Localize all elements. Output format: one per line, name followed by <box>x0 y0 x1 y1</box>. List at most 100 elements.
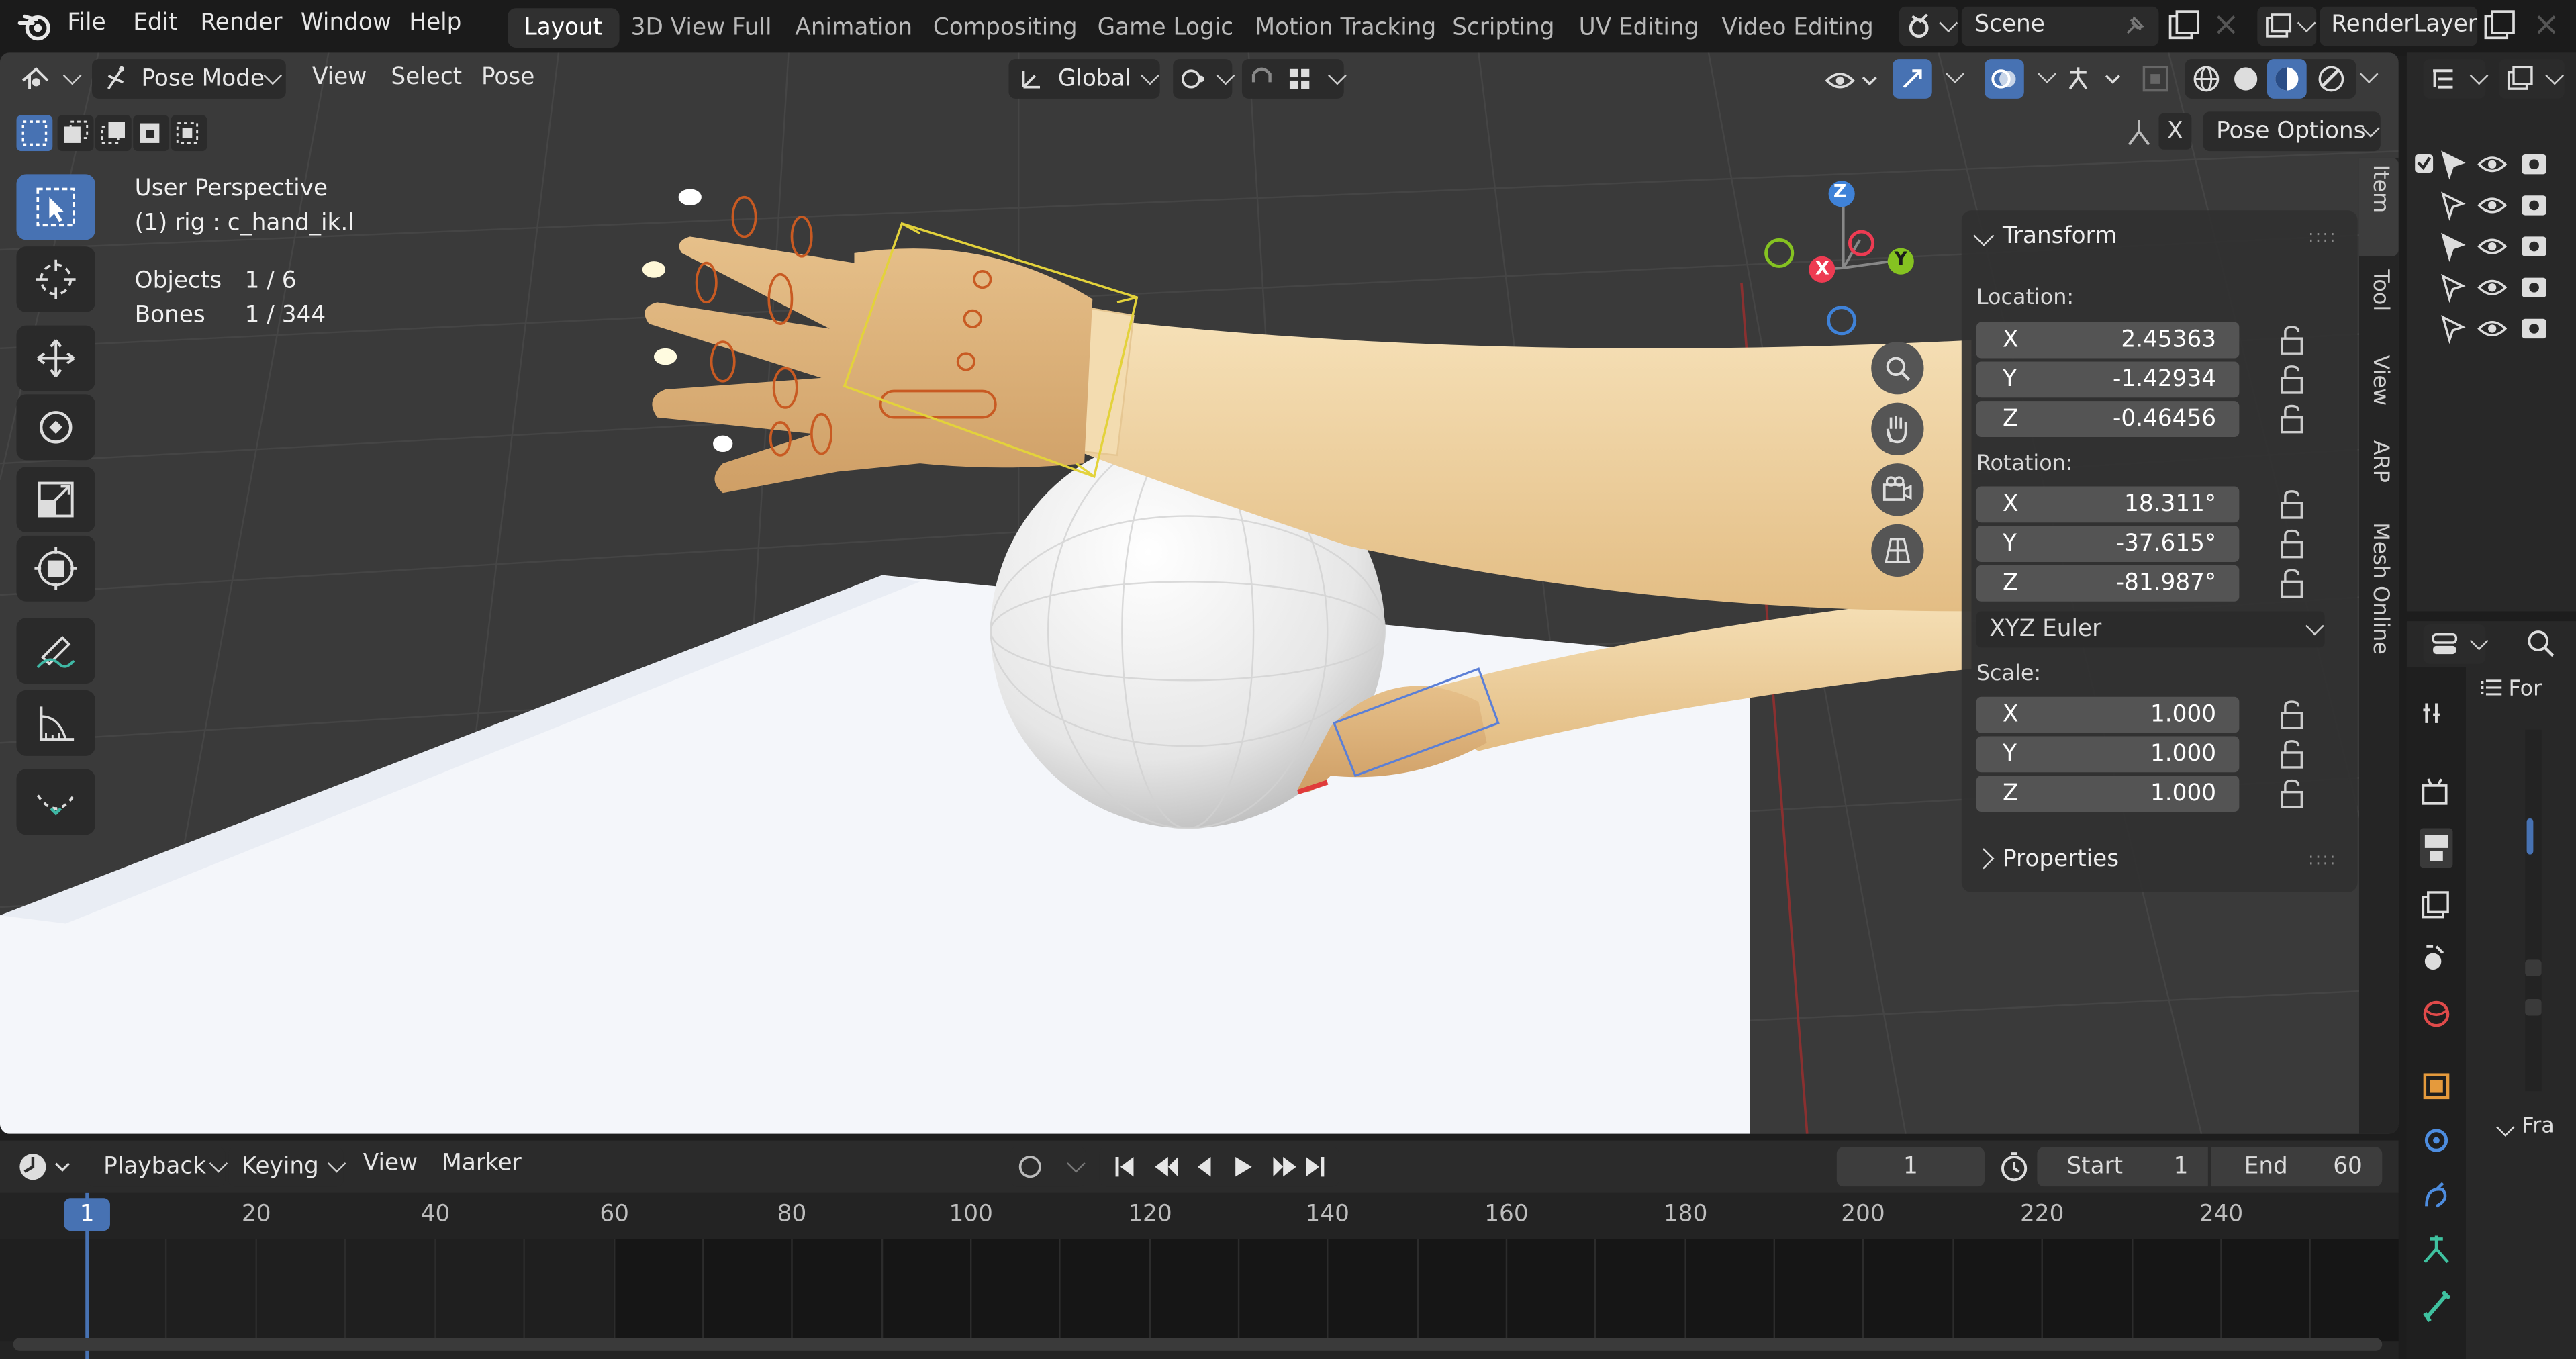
properties-editor-type-button[interactable] <box>2423 624 2489 664</box>
perspective-toggle-button[interactable] <box>1871 524 1924 577</box>
viewport-menu-view[interactable]: View <box>312 64 367 90</box>
mode-dropdown[interactable]: Pose Mode <box>92 59 286 99</box>
scale-z-field[interactable]: Z 1.000 <box>1976 776 2240 812</box>
transform-orientation-dropdown[interactable]: Global <box>1008 59 1160 99</box>
scale-y-field[interactable]: Y 1.000 <box>1976 736 2240 773</box>
outliner-rows[interactable] <box>2407 144 2576 348</box>
properties-expand-chevron-icon[interactable] <box>1973 848 1995 870</box>
editor-type-button[interactable] <box>13 59 82 99</box>
camera-view-button[interactable] <box>1871 463 1924 516</box>
xray-toggle-icon[interactable] <box>2139 62 2172 95</box>
sidebar-tab-mesh-online[interactable]: Mesh Online <box>2359 516 2399 664</box>
gizmo-toggle-button[interactable] <box>1893 59 1932 99</box>
auto-keying-toggle[interactable] <box>1010 1147 1086 1187</box>
rotation-x-field[interactable]: X 18.311° <box>1976 486 2240 523</box>
timeline-scrollbar[interactable] <box>13 1338 2383 1351</box>
new-scene-icon[interactable] <box>2165 8 2201 44</box>
x-mirror-toggle[interactable]: X <box>2158 113 2192 150</box>
shading-mode-group[interactable] <box>2185 59 2356 99</box>
outliner-editor-type-button[interactable] <box>2423 59 2489 99</box>
tab-animation[interactable]: Animation <box>779 8 929 48</box>
scale-x-field[interactable]: X 1.000 <box>1976 696 2240 733</box>
rotate-tool[interactable] <box>16 394 95 461</box>
rotation-z-field[interactable]: Z -81.987° <box>1976 565 2240 602</box>
properties-scroll-thumb[interactable] <box>2526 818 2534 855</box>
snap-group[interactable] <box>1241 59 1347 99</box>
outliner-display-mode-button[interactable] <box>2498 59 2565 99</box>
properties-small-field[interactable] <box>2525 959 2542 976</box>
scene-selector-button[interactable] <box>1899 6 1958 46</box>
annotate-tool[interactable] <box>16 618 95 684</box>
lock-location-y-icon[interactable] <box>2277 365 2310 394</box>
tab-uv-editing[interactable]: UV Editing <box>1562 8 1715 48</box>
timeline-marker-menu[interactable]: Marker <box>442 1150 521 1176</box>
menu-render[interactable]: Render <box>201 10 283 36</box>
bone-envelope-tool[interactable] <box>16 769 95 835</box>
transform-panel-title[interactable]: Transform <box>2003 224 2117 250</box>
properties-small-field[interactable] <box>2525 999 2542 1016</box>
end-frame-field[interactable]: End 60 <box>2211 1147 2383 1187</box>
sidebar-tab-view[interactable]: View <box>2359 348 2399 427</box>
menu-file[interactable]: File <box>67 10 105 36</box>
playback-controls[interactable] <box>1099 1147 1339 1187</box>
pan-button[interactable] <box>1871 402 1924 455</box>
rotation-y-field[interactable]: Y -37.615° <box>1976 526 2240 563</box>
sidebar-tab-item[interactable]: Item <box>2358 157 2399 256</box>
menu-window[interactable]: Window <box>301 10 391 36</box>
zoom-button[interactable] <box>1871 342 1924 395</box>
select-mode-group[interactable] <box>16 115 207 152</box>
lock-rotation-x-icon[interactable] <box>2277 489 2310 519</box>
sidebar-tab-tool[interactable]: Tool <box>2359 263 2399 342</box>
transform-collapse-chevron-icon[interactable] <box>1973 225 1995 246</box>
current-frame-field[interactable]: 1 <box>1836 1147 1985 1187</box>
use-preview-range-icon[interactable] <box>1996 1150 2032 1183</box>
playhead-frame-indicator[interactable]: 1 <box>64 1198 110 1231</box>
view-layer-selector-button[interactable] <box>2257 6 2317 46</box>
3d-viewport[interactable]: Pose Mode View Select Pose Global X Pose… <box>0 52 2399 1134</box>
move-tool[interactable] <box>16 325 95 391</box>
location-y-field[interactable]: Y -1.42934 <box>1976 361 2240 398</box>
select-box-tool[interactable] <box>16 174 95 240</box>
new-view-layer-icon[interactable] <box>2481 8 2517 44</box>
bone-overlay-icon[interactable] <box>2064 62 2130 95</box>
playback-menu[interactable]: Playback <box>87 1147 228 1187</box>
lock-scale-z-icon[interactable] <box>2277 779 2310 808</box>
measure-tool[interactable] <box>16 690 95 756</box>
overlays-dropdown-icon[interactable] <box>2031 64 2056 92</box>
pose-options-dropdown[interactable]: Pose Options <box>2203 111 2381 152</box>
delete-scene-icon[interactable] <box>2209 8 2242 41</box>
visibility-eye-icon[interactable] <box>1823 66 1879 95</box>
shading-dropdown-icon[interactable] <box>2352 64 2379 92</box>
pivot-point-dropdown[interactable] <box>1173 59 1235 99</box>
properties-search-icon[interactable] <box>2525 628 2558 661</box>
tab-scripting[interactable]: Scripting <box>1436 8 1571 48</box>
start-frame-field[interactable]: Start 1 <box>2037 1147 2208 1187</box>
lock-scale-y-icon[interactable] <box>2277 739 2310 769</box>
viewport-menu-select[interactable]: Select <box>391 64 462 90</box>
transform-tool[interactable] <box>16 535 95 602</box>
cursor-tool[interactable] <box>16 246 95 313</box>
menu-help[interactable]: Help <box>409 10 461 36</box>
tab-video-editing[interactable]: Video Editing <box>1705 8 1890 48</box>
delete-view-layer-icon[interactable] <box>2530 8 2563 41</box>
timeline-view-menu[interactable]: View <box>363 1150 418 1176</box>
lock-rotation-y-icon[interactable] <box>2277 529 2310 559</box>
tab-motion-tracking[interactable]: Motion Tracking <box>1239 8 1453 48</box>
keying-menu[interactable]: Keying <box>228 1147 346 1187</box>
bone-xmirror-icon[interactable] <box>2119 115 2159 151</box>
drag-handle-icon[interactable]: :::: <box>2308 228 2337 246</box>
location-z-field[interactable]: Z -0.46456 <box>1976 401 2240 438</box>
rotation-mode-dropdown[interactable]: XYZ Euler <box>1976 611 2325 648</box>
view-layer-name-field[interactable]: RenderLayer <box>2320 6 2478 46</box>
lock-scale-x-icon[interactable] <box>2277 700 2310 730</box>
tab-3d-view-full[interactable]: 3D View Full <box>614 8 788 48</box>
location-x-field[interactable]: X 2.45363 <box>1976 322 2240 359</box>
properties-panel-title[interactable]: Properties <box>2003 846 2119 872</box>
frame-section-title-partial[interactable]: Fra <box>2522 1114 2555 1139</box>
tab-game-logic[interactable]: Game Logic <box>1081 8 1249 48</box>
overlays-toggle-button[interactable] <box>1985 59 2024 99</box>
scale-tool[interactable] <box>16 467 95 532</box>
frame-section-chevron-icon[interactable] <box>2495 1118 2515 1137</box>
viewport-menu-pose[interactable]: Pose <box>481 64 534 90</box>
lock-location-x-icon[interactable] <box>2277 326 2310 355</box>
